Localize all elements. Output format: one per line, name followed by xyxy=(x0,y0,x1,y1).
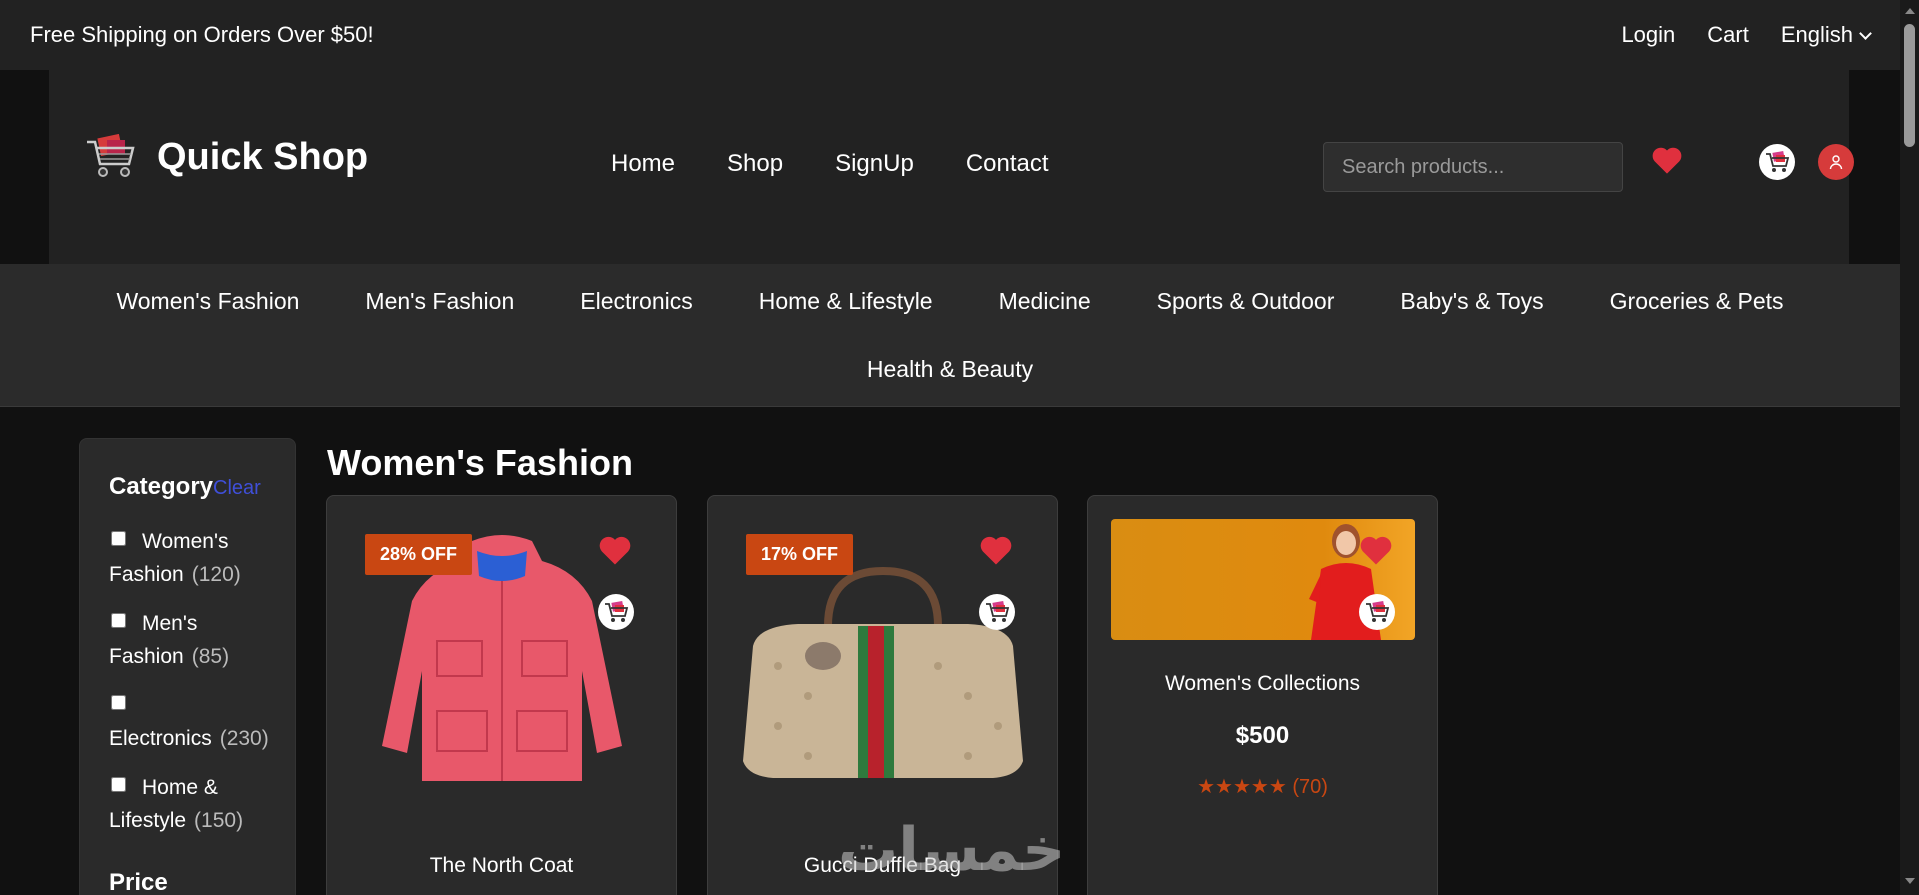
product-card[interactable]: 28% OFF The North Coat xyxy=(326,495,677,895)
heart-icon[interactable] xyxy=(597,534,633,566)
filter-checkbox[interactable] xyxy=(111,777,126,792)
cart-icon xyxy=(1366,601,1390,622)
clear-filter-link[interactable]: Clear xyxy=(213,477,261,500)
category-nav: Women's Fashion Men's Fashion Electronic… xyxy=(0,264,1900,407)
language-selector[interactable]: English xyxy=(1780,22,1872,48)
brand-name: Quick Shop xyxy=(157,135,369,178)
add-to-cart-button[interactable] xyxy=(598,594,634,630)
top-links: Login Cart English xyxy=(1621,22,1872,48)
filter-sidebar: Category Clear Women's Fashion (120) Men'… xyxy=(79,438,296,895)
top-bar: Free Shipping on Orders Over $50! Login … xyxy=(0,0,1900,70)
add-to-cart-button[interactable] xyxy=(979,594,1015,630)
cart-button[interactable] xyxy=(1759,144,1795,180)
category-electronics[interactable]: Electronics xyxy=(580,288,692,315)
filter-checkbox[interactable] xyxy=(111,695,126,710)
nav-contact[interactable]: Contact xyxy=(966,150,1049,178)
discount-badge: 17% OFF xyxy=(746,534,854,575)
logo[interactable]: Quick Shop xyxy=(85,134,368,180)
login-link[interactable]: Login xyxy=(1621,22,1675,48)
category-medicine[interactable]: Medicine xyxy=(999,288,1091,315)
chevron-down-icon xyxy=(1859,27,1872,40)
filter-item-womens-fashion[interactable]: Women's Fashion (120) xyxy=(109,525,279,591)
product-name[interactable]: The North Coat xyxy=(327,854,676,878)
price-filter-title: Price xyxy=(109,869,168,895)
heart-icon xyxy=(1652,147,1682,174)
filter-item-label: Electronics xyxy=(109,727,212,750)
category-groceries-pets[interactable]: Groceries & Pets xyxy=(1610,288,1784,315)
filter-item-count: (150) xyxy=(194,809,244,832)
filter-checkbox[interactable] xyxy=(111,531,126,546)
header: Quick Shop Home Shop SignUp Contact xyxy=(49,70,1854,264)
product-card[interactable]: Women's Collections $500 ★★★★★ (70) xyxy=(1087,495,1438,895)
filter-item-electronics[interactable]: Electronics (230) xyxy=(109,689,279,755)
category-row: Health & Beauty xyxy=(0,356,1900,383)
wishlist-button[interactable] xyxy=(1649,142,1685,178)
category-womens-fashion[interactable]: Women's Fashion xyxy=(116,288,299,315)
filter-item-count: (120) xyxy=(191,563,241,586)
nav-home[interactable]: Home xyxy=(611,150,675,178)
filter-item-mens-fashion[interactable]: Men's Fashion (85) xyxy=(109,607,279,673)
cart-icon xyxy=(1766,151,1790,172)
filter-item-count: (85) xyxy=(191,645,230,668)
category-row: Women's Fashion Men's Fashion Electronic… xyxy=(0,288,1900,315)
scroll-down-arrow[interactable] xyxy=(1905,878,1915,884)
nav-shop[interactable]: Shop xyxy=(727,150,783,178)
review-count: (70) xyxy=(1292,776,1328,798)
user-icon xyxy=(1829,155,1843,170)
add-to-cart-button[interactable] xyxy=(1359,594,1395,630)
filter-checkbox[interactable] xyxy=(111,613,126,628)
cart-icon xyxy=(986,601,1010,622)
heart-icon[interactable] xyxy=(1358,534,1394,566)
filter-item-count: (230) xyxy=(219,727,269,750)
nav-signup[interactable]: SignUp xyxy=(835,150,914,178)
language-label: English xyxy=(1780,22,1853,47)
product-name[interactable]: Women's Collections xyxy=(1088,672,1437,696)
rating-stars: ★★★★★ xyxy=(1197,776,1287,798)
category-filter-header: Category Clear xyxy=(109,473,261,501)
scroll-thumb[interactable] xyxy=(1904,24,1915,147)
filter-item-home-lifestyle[interactable]: Home & Lifestyle (150) xyxy=(109,771,279,837)
category-mens-fashion[interactable]: Men's Fashion xyxy=(365,288,514,315)
scroll-up-arrow[interactable] xyxy=(1905,8,1915,14)
category-sports-outdoor[interactable]: Sports & Outdoor xyxy=(1157,288,1335,315)
product-rating: ★★★★★ (70) xyxy=(1088,774,1437,799)
header-wrapper: Quick Shop Home Shop SignUp Contact xyxy=(0,70,1900,264)
product-price: $500 xyxy=(1235,722,1290,749)
category-health-beauty[interactable]: Health & Beauty xyxy=(867,356,1033,383)
shopping-cart-logo-icon xyxy=(87,134,135,177)
cart-link[interactable]: Cart xyxy=(1707,22,1749,48)
category-home-lifestyle[interactable]: Home & Lifestyle xyxy=(759,288,933,315)
category-babys-toys[interactable]: Baby's & Toys xyxy=(1400,288,1543,315)
main-nav: Home Shop SignUp Contact xyxy=(611,150,1049,178)
page-title: Women's Fashion xyxy=(327,442,633,483)
page-scrollbar[interactable] xyxy=(1900,0,1919,895)
heart-icon[interactable] xyxy=(978,534,1014,566)
category-filter-title: Category xyxy=(109,473,214,500)
discount-badge: 28% OFF xyxy=(365,534,473,575)
promo-text: Free Shipping on Orders Over $50! xyxy=(30,22,374,47)
account-button[interactable] xyxy=(1818,144,1854,180)
watermark: خمسات xyxy=(838,815,1066,885)
cart-icon xyxy=(605,601,629,622)
search-input[interactable] xyxy=(1323,142,1623,192)
